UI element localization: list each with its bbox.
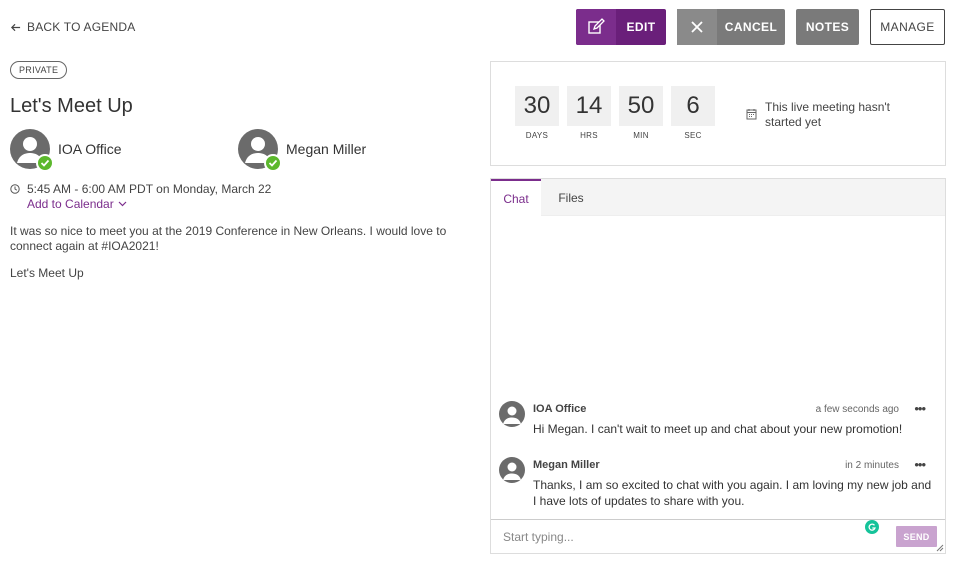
back-label: BACK TO AGENDA	[27, 20, 136, 34]
message-text: Hi Megan. I can't wait to meet up and ch…	[533, 422, 903, 436]
manage-button[interactable]: MANAGE	[870, 9, 945, 45]
attendee-name: Megan Miller	[286, 141, 367, 157]
message-time: a few seconds ago	[815, 404, 899, 415]
add-to-calendar-link[interactable]: Add to Calendar	[27, 197, 127, 211]
tab-chat[interactable]: Chat	[491, 179, 541, 216]
countdown-label: SEC	[684, 131, 702, 140]
attendee-ioa-office: IOA Office	[10, 129, 122, 172]
tab-files[interactable]: Files	[541, 179, 601, 216]
check-icon	[264, 154, 282, 172]
back-to-agenda-link[interactable]: BACK TO AGENDA	[10, 20, 135, 34]
countdown-value: 14	[567, 86, 611, 126]
meeting-status: This live meeting hasn't started yet	[746, 100, 906, 130]
send-button[interactable]: SEND	[896, 526, 937, 547]
countdown-panel: 30 DAYS 14 HRS 50 MIN 6 SEC This live me…	[490, 61, 946, 166]
meeting-time-text: 5:45 AM - 6:00 AM PDT on Monday, March 2…	[27, 182, 272, 196]
grammarly-icon[interactable]	[865, 520, 879, 534]
private-badge: PRIVATE	[10, 61, 68, 79]
countdown-label: MIN	[633, 131, 649, 140]
message-author: IOA Office	[533, 403, 587, 415]
avatar	[238, 129, 282, 172]
cancel-button[interactable]: CANCEL	[677, 9, 785, 45]
edit-icon	[576, 9, 616, 45]
meeting-description: It was so nice to meet you at the 2019 C…	[10, 224, 447, 253]
chat-message: Megan Miller in 2 minutes ••• Thanks, I …	[499, 457, 937, 517]
meeting-description-secondary: Let's Meet Up	[10, 266, 84, 280]
edit-button[interactable]: EDIT	[576, 9, 666, 45]
countdown-hours: 14 HRS	[567, 86, 611, 140]
user-avatar-icon	[499, 457, 525, 483]
countdown-seconds: 6 SEC	[671, 86, 715, 140]
edit-label: EDIT	[626, 20, 656, 34]
notes-button[interactable]: NOTES	[796, 9, 859, 45]
chat-panel: Chat Files IOA Office a few seconds ago …	[490, 178, 946, 554]
message-author: Megan Miller	[533, 459, 600, 471]
chevron-down-icon	[118, 201, 127, 207]
message-time: in 2 minutes	[845, 460, 899, 471]
attendee-name: IOA Office	[58, 141, 122, 157]
message-text: Thanks, I am so excited to chat with you…	[533, 478, 932, 508]
countdown-value: 50	[619, 86, 663, 126]
meeting-status-text: This live meeting hasn't started yet	[765, 100, 891, 129]
meeting-time: 5:45 AM - 6:00 AM PDT on Monday, March 2…	[10, 182, 271, 196]
attendee-megan-miller: Megan Miller	[238, 129, 367, 172]
more-options-icon[interactable]: •••	[914, 457, 926, 472]
close-icon	[677, 9, 717, 45]
countdown-label: DAYS	[525, 131, 549, 140]
clock-icon	[10, 184, 20, 194]
resize-handle-icon[interactable]	[936, 544, 944, 552]
avatar	[10, 129, 54, 172]
arrow-left-icon	[10, 23, 21, 31]
countdown-value: 30	[515, 86, 559, 126]
calendar-icon	[746, 109, 757, 120]
add-to-calendar-label: Add to Calendar	[27, 197, 114, 211]
composer-placeholder[interactable]: Start typing...	[503, 530, 574, 544]
meeting-toolbar: EDIT CANCEL NOTES MANAGE	[576, 9, 945, 45]
countdown-minutes: 50 MIN	[619, 86, 663, 140]
chat-composer[interactable]: Start typing... SEND	[491, 519, 945, 553]
page-title: Let's Meet Up	[10, 95, 133, 117]
countdown-value: 6	[671, 86, 715, 126]
chat-message: IOA Office a few seconds ago ••• Hi Mega…	[499, 401, 937, 451]
cancel-label: CANCEL	[724, 20, 778, 34]
user-avatar-icon	[499, 401, 525, 427]
chat-tabs: Chat Files	[491, 179, 945, 216]
check-icon	[36, 154, 54, 172]
more-options-icon[interactable]: •••	[914, 401, 926, 416]
countdown-days: 30 DAYS	[515, 86, 559, 140]
countdown-label: HRS	[580, 131, 598, 140]
